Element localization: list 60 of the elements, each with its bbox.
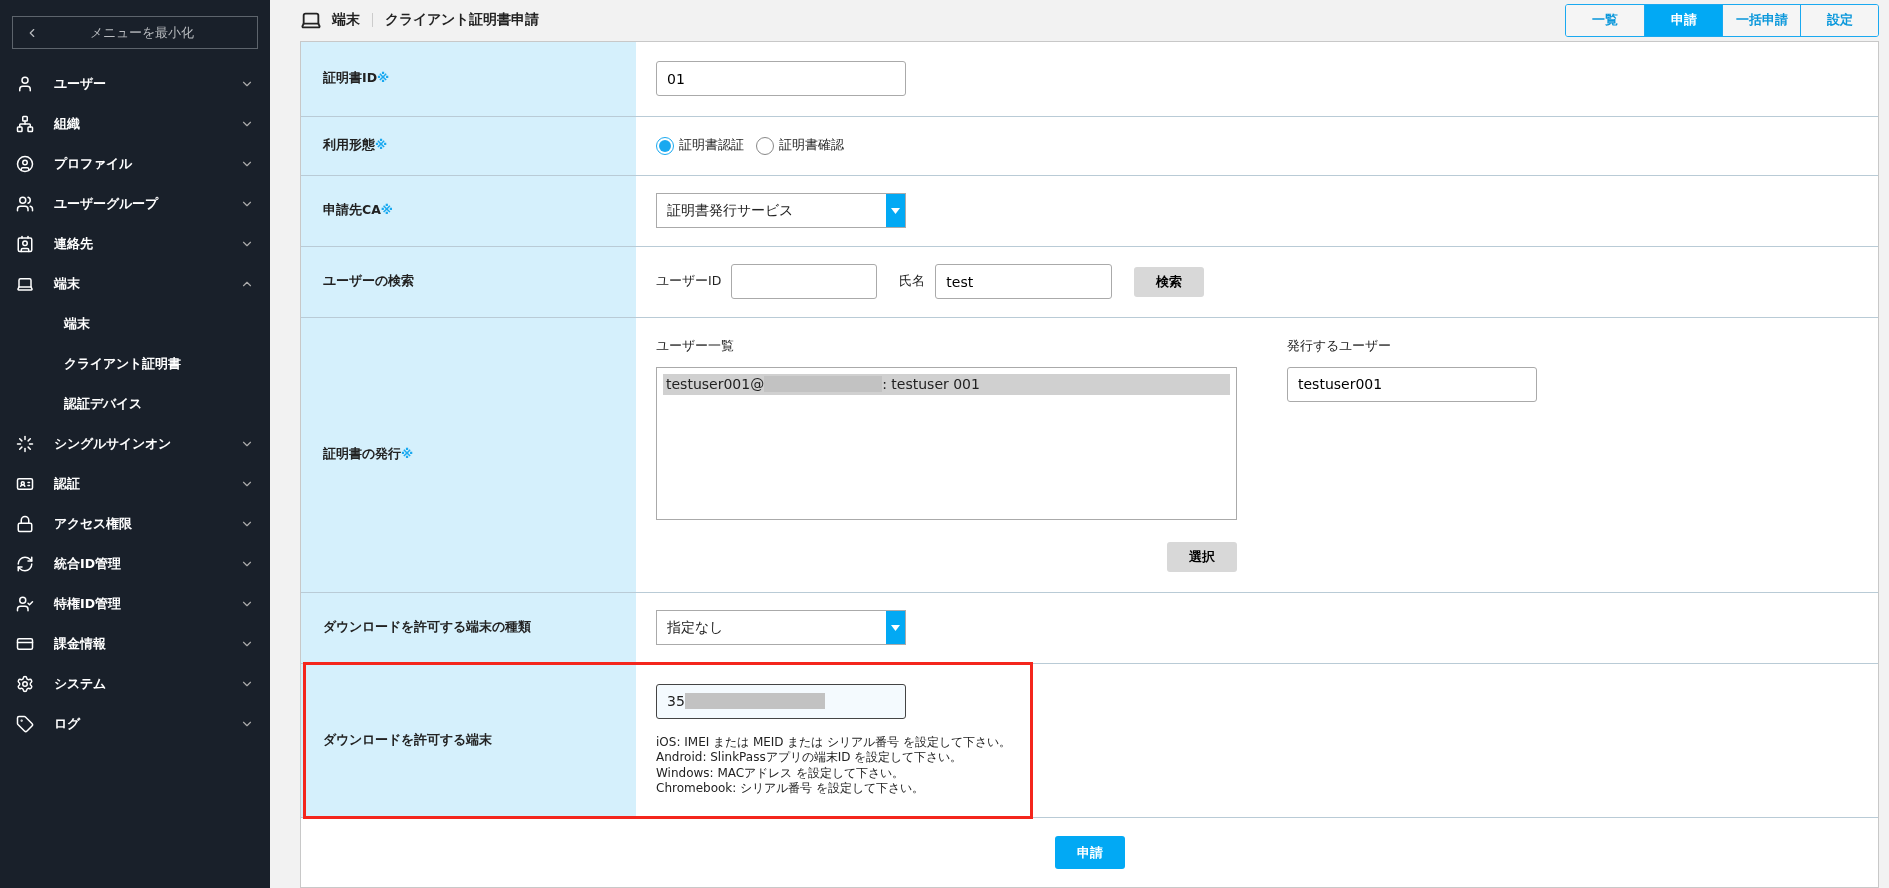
profile-icon (16, 155, 34, 173)
settings-icon (16, 675, 34, 693)
page-title: クライアント証明書申請 (385, 11, 539, 30)
sidebar-item[interactable]: シングルサインオン (12, 424, 258, 464)
field-label: ユーザーID (656, 273, 722, 291)
radio-option[interactable]: 証明書確認 (756, 136, 844, 155)
sidebar-item[interactable]: 組織 (12, 104, 258, 144)
list-item-text[interactable]: testuser001@ (666, 376, 765, 393)
input-field[interactable] (731, 264, 878, 300)
collapse-menu-button[interactable]: メニューを最小化 (12, 16, 258, 49)
breadcrumb-section: 端末 (332, 11, 360, 30)
user-list[interactable]: testuser001@ : testuser 001 (656, 366, 1237, 520)
sidebar-item[interactable]: ログ (12, 704, 258, 744)
caret-icon (886, 611, 905, 645)
sidebar-subitem[interactable]: 認証デバイス (64, 395, 142, 413)
user-icon (16, 75, 34, 93)
select-button[interactable]: 選択 (1167, 541, 1237, 572)
org-chart-icon (16, 115, 34, 133)
row-label: 証明書の発行※ (323, 446, 414, 464)
sidebar-item[interactable]: システム (12, 664, 258, 704)
sidebar-item[interactable]: アクセス権限 (12, 504, 258, 544)
row-label: 申請先CA※ (323, 202, 393, 220)
input-field[interactable]: test (935, 264, 1113, 300)
search-button[interactable]: 検索 (1134, 266, 1205, 297)
dropdown[interactable]: 指定なし (656, 610, 906, 646)
lock-icon (16, 515, 34, 533)
sidebar-item[interactable]: プロファイル (12, 144, 258, 184)
field-label: 氏名 (899, 273, 926, 291)
row-label: ユーザーの検索 (323, 273, 414, 291)
caret-icon (886, 194, 905, 228)
credit-card-icon (16, 635, 34, 653)
sidebar-item[interactable]: ユーザーグループ (12, 184, 258, 224)
input-field[interactable]: testuser001 (1287, 366, 1537, 402)
contact-card-icon (16, 235, 34, 253)
sidebar-item[interactable]: 連絡先 (12, 224, 258, 264)
row-label: 利用形態※ (323, 137, 388, 155)
sidebar-item[interactable]: 課金情報 (12, 624, 258, 664)
sidebar-item[interactable]: 統合ID管理 (12, 544, 258, 584)
sidebar-item[interactable]: 端末 (12, 264, 258, 304)
text-field[interactable]: 01 (656, 61, 906, 97)
list-item-text[interactable]: : testuser 001 (882, 376, 980, 393)
row-label: ダウンロードを許可する端末の種類 (323, 619, 531, 637)
radio-option[interactable]: 証明書認証 (656, 136, 744, 155)
sync-icon (16, 555, 34, 573)
tag-icon (16, 715, 34, 733)
input-field[interactable]: 35 (656, 683, 906, 719)
row-label: ダウンロードを許可する端末 (323, 731, 492, 749)
laptop-icon (16, 275, 34, 293)
sidebar-subitem[interactable]: 端末 (64, 315, 90, 333)
sidebar-item[interactable]: 認証 (12, 464, 258, 504)
sidebar-item[interactable]: 特権ID管理 (12, 584, 258, 624)
field-label: 発行するユーザー (1287, 337, 1392, 355)
list-label: ユーザー一覧 (656, 337, 735, 355)
id-card-icon (16, 475, 34, 493)
sidebar-item[interactable]: ユーザー (12, 64, 258, 104)
sidebar-subitem[interactable]: クライアント証明書 (64, 355, 181, 373)
row-label: 証明書ID※ (323, 70, 390, 88)
dropdown[interactable]: 証明書発行サービス (656, 193, 906, 229)
help-text: iOS: IMEI または MEID または シリアル番号 を設定して下さい。 Android: SlinkPassアプリの端末ID を設定して下さい。 Windows: MACアドレス を設定して下さい。 Chromebook: シリアル番号 を設定して下さい。 (656, 734, 1012, 797)
group-icon (16, 195, 34, 213)
